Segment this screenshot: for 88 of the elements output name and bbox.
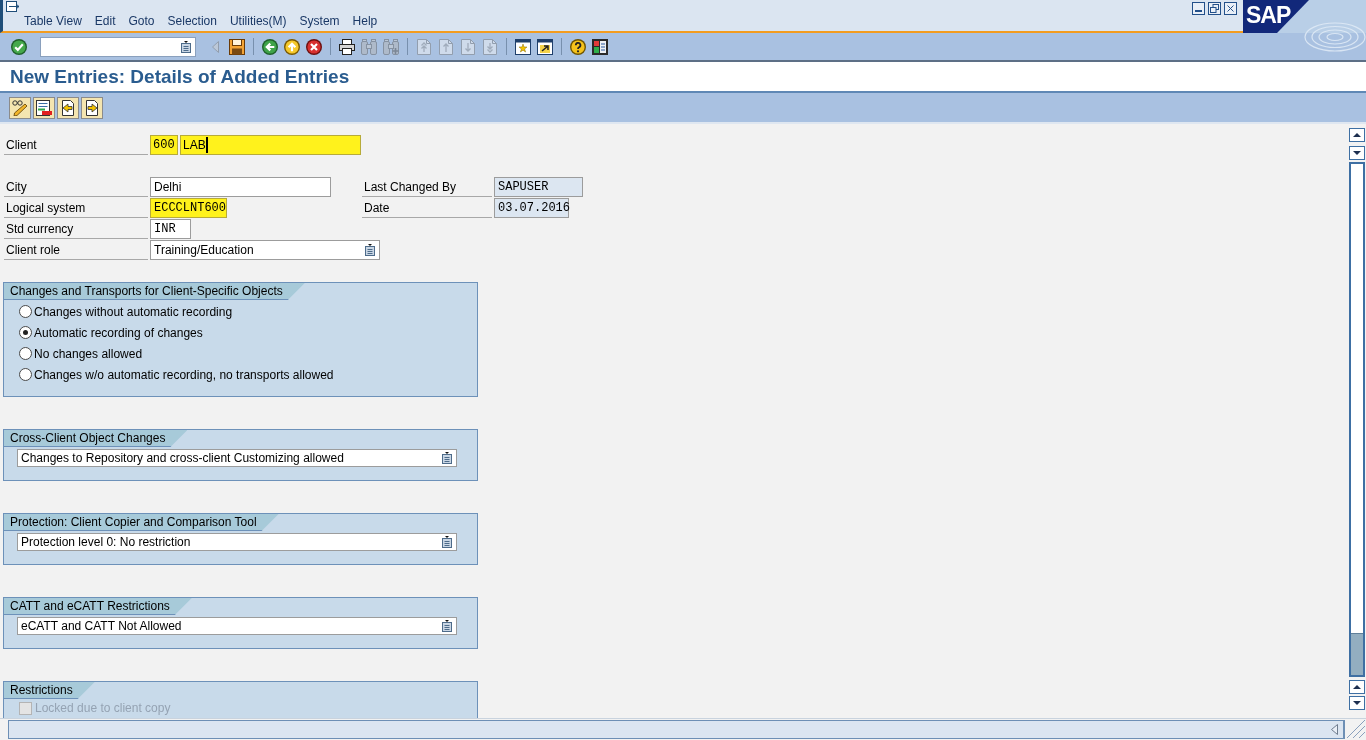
field-label: Date xyxy=(362,197,492,218)
scroll-down-button[interactable] xyxy=(1349,696,1365,710)
scrollbar-track[interactable] xyxy=(1349,162,1365,677)
input-field[interactable]: INR xyxy=(150,218,191,239)
delete-button[interactable] xyxy=(33,96,55,119)
binoculars-icon xyxy=(361,38,377,55)
radio-button[interactable] xyxy=(19,305,32,318)
radio-button[interactable] xyxy=(19,326,32,339)
next-entry-button[interactable] xyxy=(81,96,103,119)
dropdown-field[interactable]: Training/Education xyxy=(150,239,380,260)
down-triangle-icon xyxy=(1353,701,1361,705)
page-right-arrow-icon xyxy=(84,99,100,116)
scroll-down-button[interactable] xyxy=(1349,146,1365,160)
radio-button[interactable] xyxy=(19,347,32,360)
resize-grip-icon xyxy=(1346,719,1366,739)
display-field: 03.07.2016 xyxy=(494,197,569,218)
dropdown-icon xyxy=(181,40,191,53)
close-button[interactable] xyxy=(1224,2,1237,15)
radio-label: Automatic recording of changes xyxy=(34,324,203,342)
menu-item[interactable]: Edit xyxy=(88,13,122,30)
x-icon xyxy=(306,38,322,55)
dropdown-icon xyxy=(442,452,452,464)
triangle-icon xyxy=(1331,724,1338,735)
system-menu-icon xyxy=(6,1,20,12)
down-triangle-icon xyxy=(1353,151,1361,155)
binoculars-plus-icon xyxy=(383,38,399,55)
group-header: Cross-Client Object Changes xyxy=(4,430,188,447)
up-triangle-icon xyxy=(1353,685,1361,689)
scroll-up-button[interactable] xyxy=(1349,128,1365,142)
field-label: Client role xyxy=(4,239,148,260)
display-change-button[interactable] xyxy=(9,96,31,119)
input-field[interactable]: Delhi xyxy=(150,176,331,197)
field-label: Client xyxy=(4,135,148,155)
group-header: Protection: Client Copier and Comparison Tool xyxy=(4,514,279,531)
group-header: Changes and Transports for Client-Specific Objects xyxy=(4,283,305,300)
scrollbar-thumb[interactable] xyxy=(1351,633,1363,675)
group-header: CATT and eCATT Restrictions xyxy=(4,598,192,615)
radio-label: Changes without automatic recording xyxy=(34,303,233,321)
input-field[interactable]: 600 xyxy=(150,135,178,155)
menu-item[interactable]: Goto xyxy=(122,13,161,30)
checkmark-icon xyxy=(11,38,27,55)
scroll-up-button[interactable] xyxy=(1349,680,1365,694)
radio-label: No changes allowed xyxy=(34,345,143,363)
radio-label: Changes w/o automatic recording, no transports allowed xyxy=(34,366,334,384)
dropdown-field[interactable]: Changes to Repository and cross-client Customizing allowed xyxy=(17,449,457,467)
dropdown-field[interactable]: eCATT and CATT Not Allowed xyxy=(17,617,457,635)
page-left-arrow-icon xyxy=(60,99,76,116)
page-arrow-icon xyxy=(439,38,453,55)
help-icon xyxy=(570,38,586,55)
menu-item[interactable]: Help xyxy=(346,13,384,30)
field-label: Logical system xyxy=(4,197,148,218)
menu-item[interactable]: Selection xyxy=(161,13,223,30)
menu-item[interactable]: Utilities(M) xyxy=(223,13,293,30)
input-field[interactable]: ECCCLNT600 xyxy=(150,197,227,218)
pencil-glasses-icon xyxy=(12,99,28,116)
dropdown-field[interactable]: Protection level 0: No restriction xyxy=(17,533,457,551)
page-arrow-icon xyxy=(461,38,475,55)
water-ripple-drawing xyxy=(1304,22,1366,52)
left-arrow-icon xyxy=(262,38,278,55)
restore-button[interactable] xyxy=(1208,2,1221,15)
previous-entry-button[interactable] xyxy=(57,96,79,119)
display-field: SAPUSER xyxy=(494,176,583,197)
delete-row-icon xyxy=(36,99,52,116)
field-label: Std currency xyxy=(4,218,148,239)
page-arrow-icon xyxy=(417,38,431,55)
input-field[interactable]: LAB xyxy=(180,135,361,155)
radio-button[interactable] xyxy=(19,368,32,381)
monitor-icon xyxy=(592,38,608,55)
printer-icon xyxy=(339,38,355,55)
group-header: Restrictions xyxy=(4,682,95,699)
command-field[interactable] xyxy=(40,36,196,57)
up-triangle-icon xyxy=(1353,133,1361,137)
dropdown-icon xyxy=(442,620,452,632)
triangle-icon xyxy=(211,40,219,53)
dropdown-icon xyxy=(442,536,452,548)
page-arrow-icon xyxy=(483,38,497,55)
menu-item[interactable]: System xyxy=(293,13,346,30)
logo: SAP xyxy=(1243,0,1309,33)
field-label: Last Changed By xyxy=(362,176,492,197)
field-label: City xyxy=(4,176,148,197)
menu-item[interactable]: Table View xyxy=(18,13,88,30)
dropdown-icon xyxy=(365,243,375,256)
up-arrow-icon xyxy=(284,38,300,55)
close-icon xyxy=(1227,5,1234,12)
page-title: New Entries: Details of Added Entries xyxy=(10,65,350,88)
minimize-icon xyxy=(1195,10,1202,12)
restore-icon xyxy=(1210,4,1219,13)
minimize-button[interactable] xyxy=(1192,2,1205,15)
